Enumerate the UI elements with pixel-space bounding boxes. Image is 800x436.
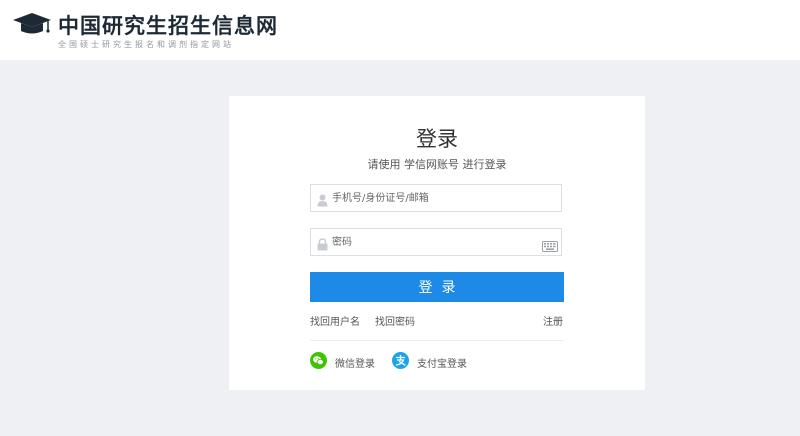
login-button[interactable]: 登录 xyxy=(310,272,564,302)
top-header: 中国研究生招生信息网 全国硕士研究生报名和调剂指定网站 xyxy=(0,0,800,60)
login-subtitle: 请使用 学信网账号 进行登录 xyxy=(367,158,507,171)
find-password-link[interactable]: 找回密码 xyxy=(375,313,415,328)
wechat-icon xyxy=(310,352,327,373)
username-field[interactable] xyxy=(310,184,562,212)
keyboard-icon[interactable] xyxy=(542,237,558,256)
logo-subtitle: 全国硕士研究生报名和调剂指定网站 xyxy=(58,40,234,49)
password-input[interactable] xyxy=(332,229,532,255)
user-icon xyxy=(317,192,328,211)
find-username-link[interactable]: 找回用户名 xyxy=(310,313,360,328)
password-field[interactable] xyxy=(310,228,562,256)
alipay-icon xyxy=(392,352,409,373)
register-link[interactable]: 注册 xyxy=(543,313,563,328)
wechat-login-button[interactable]: 微信登录 xyxy=(310,352,380,370)
login-title: 登录 xyxy=(416,127,458,151)
divider xyxy=(310,340,564,341)
alipay-login-button[interactable]: 支付宝登录 xyxy=(392,352,472,370)
username-input[interactable] xyxy=(332,185,532,211)
logo-title: 中国研究生招生信息网 xyxy=(58,14,278,38)
site-logo[interactable]: 中国研究生招生信息网 全国硕士研究生报名和调剂指定网站 xyxy=(10,8,310,52)
login-card: 登录 请使用 学信网账号 进行登录 手机号/身份证号/邮箱 登录 找回用户名 找… xyxy=(229,96,645,390)
graduation-cap-icon xyxy=(12,11,52,41)
wechat-login-label: 微信登录 xyxy=(335,359,375,370)
lock-icon xyxy=(317,236,328,255)
alipay-login-label: 支付宝登录 xyxy=(417,359,467,370)
